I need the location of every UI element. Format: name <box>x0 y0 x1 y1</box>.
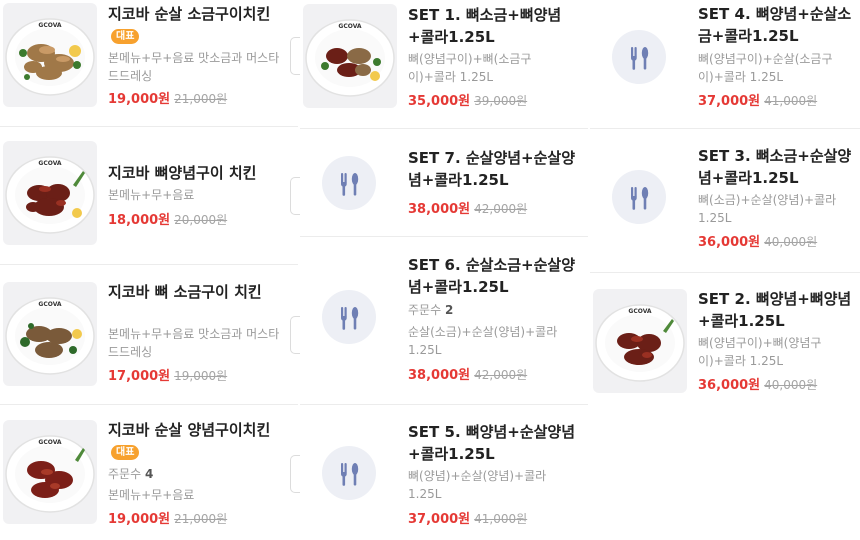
signature-badge: 대표 <box>111 445 140 460</box>
food-placeholder <box>612 170 666 224</box>
menu-item-price: 19,000원 21,000원 <box>108 512 228 527</box>
order-count: 주문수 2 <box>408 303 454 317</box>
menu-item-title: SET 2. 뼈양념+뼈양념+콜라1.25L <box>698 290 852 330</box>
food-placeholder <box>322 446 376 500</box>
menu-item-title: SET 1. 뼈소금+뼈양념+콜라1.25L <box>408 6 562 46</box>
menu-item-description: 뼈(양념구이)+뼈(양념구이)+콜라 1.25L <box>698 336 822 368</box>
menu-item-card[interactable]: 지코바 순살 소금구이치킨대표 본메뉴+무+음료 맛소금과 머스타드드레싱 19… <box>0 0 300 126</box>
menu-item-title: 지코바 순살 양념구이치킨대표 <box>108 421 271 460</box>
menu-item-card[interactable]: SET 1. 뼈소금+뼈양념+콜라1.25L 뼈(양념구이)+뼈(소금구이)+콜… <box>300 0 590 118</box>
food-photo <box>593 289 687 393</box>
food-photo <box>3 420 97 524</box>
divider <box>300 404 588 405</box>
menu-item-price: 35,000원 39,000원 <box>408 94 528 109</box>
utensils-icon <box>340 307 359 330</box>
menu-item-price: 38,000원 42,000원 <box>408 202 528 217</box>
menu-item-price: 17,000원 19,000원 <box>108 369 228 384</box>
menu-item-card[interactable]: SET 4. 뼈양념+순살소금+콜라1.25L 뼈(양념구이)+순살(소금구이)… <box>590 0 860 120</box>
food-placeholder <box>322 156 376 210</box>
menu-item-description: 본메뉴+무+음료 맛소금과 머스타드드레싱 <box>108 327 280 359</box>
menu-item-title: SET 6. 순살소금+순살양념+콜라1.25L <box>408 256 576 296</box>
menu-item-description: 뼈(양념구이)+뼈(소금구이)+콜라 1.25L <box>408 52 532 84</box>
menu-item-title: SET 3. 뼈소금+순살양념+콜라1.25L <box>698 147 852 187</box>
menu-item-price: 38,000원 42,000원 <box>408 368 528 383</box>
utensils-icon <box>340 463 359 486</box>
menu-item-description: 본메뉴+무+음료 맛소금과 머스타드드레싱 <box>108 51 280 83</box>
scroll-tab[interactable] <box>290 316 300 354</box>
menu-item-card[interactable]: SET 7. 순살양념+순살양념+콜라1.25L 38,000원 42,000원 <box>300 136 590 232</box>
menu-item-title: 지코바 뼈 소금구이 치킨 <box>108 283 262 301</box>
food-photo <box>3 282 97 386</box>
menu-item-card[interactable]: SET 2. 뼈양념+뼈양념+콜라1.25L 뼈(양념구이)+뼈(양념구이)+콜… <box>590 280 860 400</box>
food-photo <box>3 141 97 245</box>
menu-item-price: 36,000원 40,000원 <box>698 378 818 393</box>
menu-item-title: SET 5. 뼈양념+순살양념+콜라1.25L <box>408 423 576 463</box>
divider <box>0 264 298 265</box>
menu-item-description: 순살(소금)+순살(양념)+콜라1.25L <box>408 325 558 357</box>
menu-item-price: 36,000원 40,000원 <box>698 235 818 250</box>
menu-item-description: 본메뉴+무+음료 <box>108 188 195 202</box>
menu-item-price: 18,000원 20,000원 <box>108 213 228 228</box>
menu-item-description: 본메뉴+무+음료 <box>108 488 195 502</box>
utensils-icon <box>340 173 359 196</box>
menu-item-title: SET 4. 뼈양념+순살소금+콜라1.25L <box>698 5 852 45</box>
utensils-icon <box>630 187 649 210</box>
utensils-icon <box>630 47 649 70</box>
divider <box>590 272 860 273</box>
menu-item-price: 37,000원 41,000원 <box>408 512 528 527</box>
order-count: 주문수 4 <box>108 467 154 481</box>
menu-item-title: 지코바 뼈양념구이 치킨 <box>108 164 257 182</box>
scroll-tab[interactable] <box>290 37 300 75</box>
menu-item-description: 뼈(양념구이)+순살(소금구이)+콜라 1.25L <box>698 52 833 84</box>
menu-item-description: 뼈(양념)+순살(양념)+콜라1.25L <box>408 469 547 501</box>
divider <box>300 236 588 237</box>
menu-item-card[interactable]: 지코바 뼈 소금구이 치킨 본메뉴+무+음료 맛소금과 머스타드드레싱 17,0… <box>0 276 300 402</box>
menu-item-description: 뼈(소금)+순살(양념)+콜라1.25L <box>698 193 837 225</box>
menu-item-card[interactable]: 지코바 순살 양념구이치킨대표 주문수 4 본메뉴+무+음료 19,000원 21… <box>0 414 300 540</box>
menu-item-card[interactable]: SET 6. 순살소금+순살양념+콜라1.25L 주문수 2 순살(소금)+순살… <box>300 244 590 394</box>
divider <box>590 128 860 129</box>
divider <box>0 126 298 127</box>
divider <box>300 128 588 129</box>
menu-item-title: SET 7. 순살양념+순살양념+콜라1.25L <box>408 149 576 189</box>
signature-badge: 대표 <box>111 29 140 44</box>
food-photo <box>303 4 397 108</box>
scroll-tab[interactable] <box>290 177 300 215</box>
menu-item-card[interactable]: 지코바 뼈양념구이 치킨 본메뉴+무+음료 18,000원 20,000원 <box>0 138 300 264</box>
divider <box>0 404 298 405</box>
menu-item-price: 37,000원 41,000원 <box>698 94 818 109</box>
scroll-tab[interactable] <box>290 455 300 493</box>
food-photo <box>3 3 97 107</box>
food-placeholder <box>612 30 666 84</box>
menu-item-title: 지코바 순살 소금구이치킨대표 <box>108 5 271 44</box>
menu-item-card[interactable]: SET 3. 뼈소금+순살양념+콜라1.25L 뼈(소금)+순살(양념)+콜라1… <box>590 136 860 264</box>
menu-item-card[interactable]: SET 5. 뼈양념+순살양념+콜라1.25L 뼈(양념)+순살(양념)+콜라1… <box>300 412 590 540</box>
menu-item-price: 19,000원 21,000원 <box>108 92 228 107</box>
food-placeholder <box>322 290 376 344</box>
